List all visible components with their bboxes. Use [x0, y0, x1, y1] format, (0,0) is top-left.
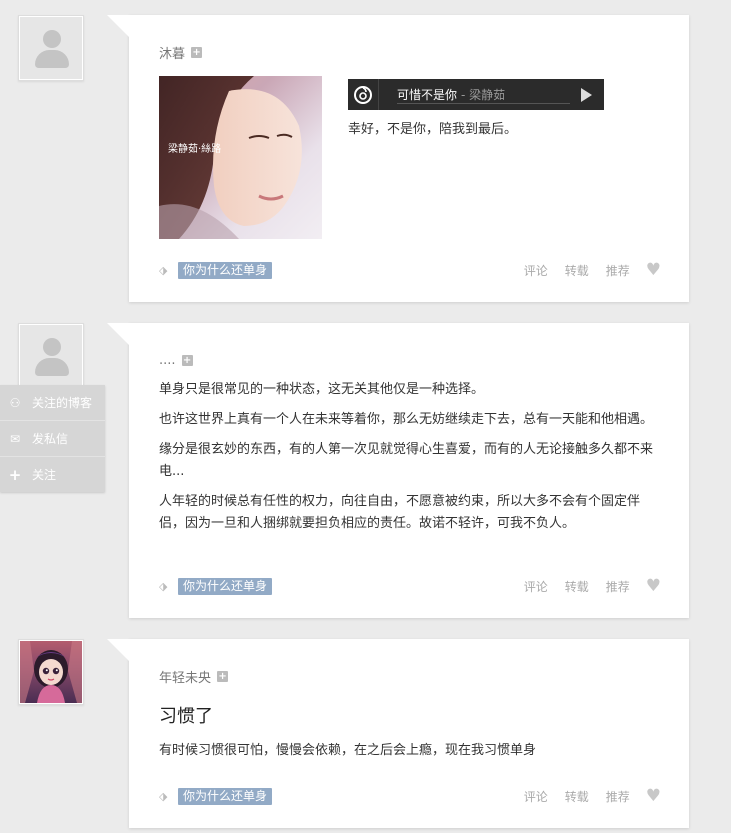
album-portrait: [159, 76, 302, 239]
post-caption: 幸好，不是你，陪我到最后。: [348, 122, 518, 137]
song-title: 可惜不是你: [397, 88, 458, 102]
post-card-1: 沐暮 + 梁静茹·絲路 可惜不是你 - 梁静茹 幸好，不是你，陪我到最后。 ⬗ …: [107, 15, 689, 302]
author-name[interactable]: 年轻未央: [159, 667, 211, 686]
follow-menu-item[interactable]: + 关注: [0, 457, 105, 492]
author-name[interactable]: 沐暮: [159, 43, 185, 62]
reblog-button[interactable]: 转载: [565, 262, 589, 279]
post-author: .... +: [159, 351, 659, 369]
follow-plus-icon[interactable]: +: [217, 670, 229, 682]
recommend-button[interactable]: 推荐: [606, 788, 630, 805]
post-footer: ⬗ 你为什么还单身 评论 转载 推荐 ♥: [159, 786, 661, 806]
music-player[interactable]: 可惜不是你 - 梁静茹: [348, 79, 604, 110]
post-footer: ⬗ 你为什么还单身 评论 转载 推荐 ♥: [159, 260, 661, 280]
post-2-avatar[interactable]: [18, 323, 84, 389]
heart-icon[interactable]: ♥: [646, 787, 661, 805]
post-tag[interactable]: 你为什么还单身: [178, 787, 273, 805]
user-hover-menu: ⚇ 关注的博客 ✉ 发私信 + 关注: [0, 385, 105, 492]
post-tag[interactable]: 你为什么还单身: [178, 577, 273, 595]
post-paragraph: 单身只是很常见的一种状态，这无关其他仅是一种选择。: [159, 382, 485, 397]
post-paragraph: 人年轻的时候总有任性的权力，向往自由，不愿意被约束，所以大多不会有个固定伴侣，因…: [159, 494, 641, 531]
album-cover[interactable]: 梁静茹·絲路: [159, 76, 322, 239]
album-cover-text: 梁静茹·絲路: [168, 144, 222, 155]
mail-icon: ✉: [9, 431, 21, 446]
post-author: 年轻未央 +: [159, 667, 659, 686]
post-author: 沐暮 +: [159, 43, 659, 62]
recommend-button[interactable]: 推荐: [606, 578, 630, 595]
user-placeholder-icon: [20, 325, 82, 387]
author-name[interactable]: ....: [159, 353, 176, 368]
follow-blog-menu-item[interactable]: ⚇ 关注的博客: [0, 385, 105, 421]
reblog-button[interactable]: 转载: [565, 788, 589, 805]
comment-button[interactable]: 评论: [524, 788, 548, 805]
heart-icon[interactable]: ♥: [646, 261, 661, 279]
tag-icon: ⬗: [159, 579, 168, 593]
heart-icon[interactable]: ♥: [646, 577, 661, 595]
comment-button[interactable]: 评论: [524, 578, 548, 595]
reblog-button[interactable]: 转载: [565, 578, 589, 595]
recommend-button[interactable]: 推荐: [606, 262, 630, 279]
follow-plus-icon[interactable]: +: [181, 354, 193, 366]
post-footer: ⬗ 你为什么还单身 评论 转载 推荐 ♥: [159, 576, 661, 596]
post-paragraph: 也许这世界上真有一个人在未来等着你，那么无妨继续走下去，总有一天能和他相遇。: [159, 412, 654, 427]
plus-icon: +: [8, 465, 22, 484]
post-body: 有时候习惯很可怕，慢慢会依赖，在之后会上瘾，现在我习惯单身: [159, 743, 537, 758]
post-tag[interactable]: 你为什么还单身: [178, 261, 273, 279]
user-follow-icon: ⚇: [9, 395, 21, 410]
progress-bar[interactable]: [397, 103, 570, 104]
tag-icon: ⬗: [159, 263, 168, 277]
post-3-avatar[interactable]: [18, 639, 84, 705]
follow-plus-icon[interactable]: +: [191, 46, 203, 58]
song-singer: - 梁静茹: [461, 88, 506, 102]
message-menu-item[interactable]: ✉ 发私信: [0, 421, 105, 457]
tag-icon: ⬗: [159, 789, 168, 803]
comment-button[interactable]: 评论: [524, 262, 548, 279]
post-title: 习惯了: [159, 706, 213, 727]
menu-label: 关注: [32, 468, 57, 482]
menu-label: 关注的博客: [32, 396, 93, 410]
play-icon[interactable]: [581, 87, 592, 102]
menu-label: 发私信: [32, 432, 69, 446]
post-paragraph: 缘分是很玄妙的东西，有的人第一次见就觉得心生喜爱，而有的人无论接触多久都不来电.…: [159, 442, 654, 479]
post-card-2: .... + 单身只是很常见的一种状态，这无关其他仅是一种选择。 也许这世界上真…: [107, 323, 689, 618]
post-1-avatar[interactable]: [18, 15, 84, 81]
doll-avatar-image: [20, 641, 82, 703]
user-placeholder-icon: [20, 17, 82, 79]
netease-music-icon: [348, 79, 379, 110]
post-card-3: 年轻未央 + 习惯了 有时候习惯很可怕，慢慢会依赖，在之后会上瘾，现在我习惯单身…: [107, 639, 689, 828]
